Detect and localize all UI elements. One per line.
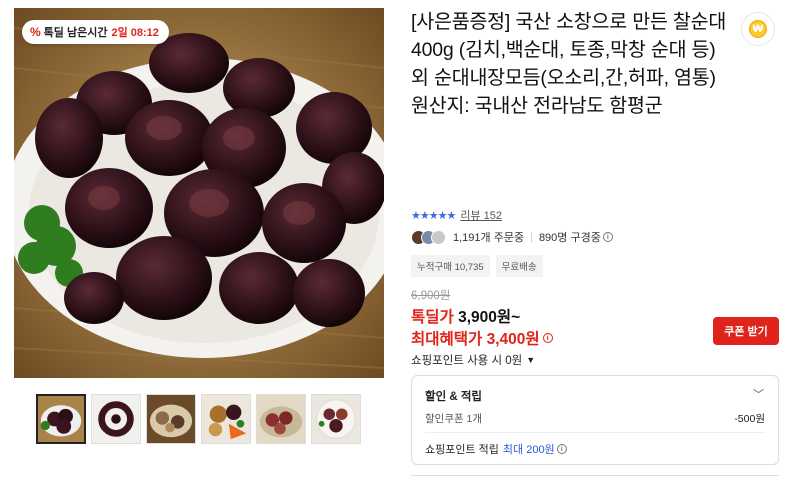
deal-timer-badge: % 톡딜 남은시간 2일 08:12 bbox=[22, 20, 169, 44]
tag-cumulative-purchase: 누적구매 10,735 bbox=[411, 255, 490, 277]
buyer-avatars bbox=[411, 229, 446, 245]
points-earn-value: 최대 200원 bbox=[502, 444, 555, 456]
main-product-image: % 톡딜 남은시간 2일 08:12 bbox=[14, 8, 384, 378]
chevron-down-icon: ▼ bbox=[526, 355, 536, 365]
deal-price-value: 3,900원~ bbox=[458, 309, 521, 326]
deal-price: 톡딜가 3,900원~ bbox=[411, 305, 520, 327]
points-use-label: 쇼핑포인트 사용 시 0원 bbox=[411, 355, 523, 367]
points-use-toggle[interactable]: 쇼핑포인트 사용 시 0원 ▼ bbox=[411, 352, 535, 368]
percent-icon: % bbox=[30, 25, 41, 39]
thumbnail-2[interactable] bbox=[91, 394, 141, 444]
thumbnail-strip bbox=[36, 394, 361, 444]
buyer-activity: 1,191개 주문중 | 890명 구경중 i bbox=[411, 229, 613, 245]
product-title: [사은품증정] 국산 소창으로 만든 찰순대 400g (김치,백순대, 토종,… bbox=[411, 11, 727, 117]
review-link[interactable]: 리뷰 152 bbox=[460, 207, 502, 223]
coupon-label: 할인쿠폰 1개 bbox=[425, 413, 483, 425]
coin-icon: ₩ bbox=[749, 20, 767, 38]
product-tags: 누적구매 10,735 무료배송 bbox=[411, 255, 543, 277]
info-icon[interactable]: i bbox=[602, 232, 613, 242]
deal-badge-label: 톡딜 남은시간 bbox=[43, 27, 108, 39]
get-coupon-button[interactable]: 쿠폰 받기 bbox=[713, 317, 779, 345]
rating-row: ★★★★★ 리뷰 152 bbox=[411, 207, 502, 223]
thumbnail-3[interactable] bbox=[146, 394, 196, 444]
thumbnail-5[interactable] bbox=[256, 394, 306, 444]
info-icon[interactable]: i bbox=[556, 444, 567, 454]
points-earn-label: 쇼핑포인트 적립 bbox=[425, 444, 499, 456]
deal-price-label: 톡딜가 bbox=[411, 309, 454, 326]
divider bbox=[425, 432, 765, 433]
chevron-down-icon[interactable]: ﹀ bbox=[753, 386, 764, 402]
reward-button[interactable]: ₩ bbox=[741, 12, 775, 46]
deal-remaining-time: 2일 08:12 bbox=[111, 27, 159, 39]
thumbnail-6[interactable] bbox=[311, 394, 361, 444]
divider bbox=[411, 475, 779, 476]
tag-free-shipping: 무료배송 bbox=[495, 255, 543, 277]
coupon-row: 할인쿠폰 1개 -500원 bbox=[425, 411, 765, 426]
viewers-count: 890명 구경중 bbox=[538, 232, 601, 244]
points-earn-row: 쇼핑포인트 적립 최대 200원 i bbox=[425, 441, 567, 457]
thumbnail-4[interactable] bbox=[201, 394, 251, 444]
coupon-amount: -500원 bbox=[734, 413, 765, 425]
star-rating-icon: ★★★★★ bbox=[411, 209, 456, 222]
info-icon[interactable]: i bbox=[542, 333, 553, 343]
discount-and-points-panel: 할인 & 적립 ﹀ 할인쿠폰 1개 -500원 쇼핑포인트 적립 최대 200원… bbox=[411, 375, 779, 465]
max-benefit-label: 최대혜택가 3,400원 bbox=[411, 331, 540, 348]
thumbnail-1[interactable] bbox=[36, 394, 86, 444]
benefit-header: 할인 & 적립 bbox=[425, 391, 483, 403]
max-benefit-price: 최대혜택가 3,400원 i bbox=[411, 327, 553, 349]
divider: | bbox=[530, 231, 533, 243]
avatar bbox=[431, 229, 446, 245]
orders-count: 1,191개 주문중 bbox=[453, 232, 525, 244]
original-price: 6,900원 bbox=[411, 290, 451, 302]
